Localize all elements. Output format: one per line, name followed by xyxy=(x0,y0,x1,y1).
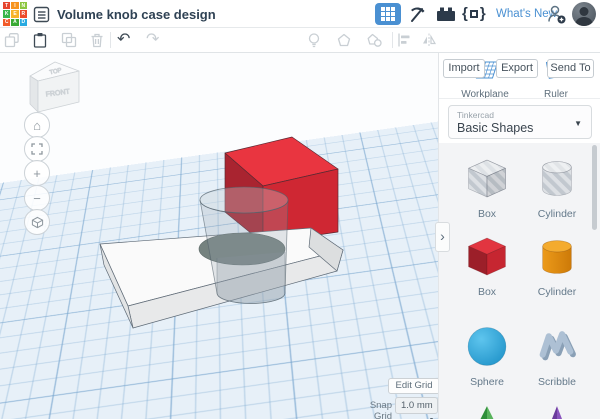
user-avatar[interactable] xyxy=(572,2,596,26)
shape-sphere[interactable]: Sphere xyxy=(457,324,517,388)
redo-icon[interactable]: ↷ xyxy=(146,29,159,51)
dashboard-grid-button[interactable] xyxy=(375,3,401,25)
shape-gallery: Box Cylinder Box Cylinder Sphere Scribbl… xyxy=(439,143,600,419)
grid-icon xyxy=(381,7,395,21)
perspective-icon xyxy=(31,216,43,228)
shape-label: Box xyxy=(477,286,497,298)
show-all-bulb-icon[interactable] xyxy=(306,32,322,48)
perspective-toggle-button[interactable] xyxy=(24,209,50,235)
codeblocks-icon[interactable]: { } xyxy=(462,5,486,22)
import-button[interactable]: Import xyxy=(443,59,485,78)
shape-box[interactable]: Box xyxy=(457,234,517,298)
duplicate-icon[interactable] xyxy=(61,32,77,48)
scribble-icon xyxy=(539,331,576,361)
undo-icon[interactable]: ↶ xyxy=(117,29,130,51)
home-icon: ⌂ xyxy=(33,117,41,133)
zoom-in-button[interactable]: + xyxy=(24,160,50,186)
brace-right: } xyxy=(479,5,486,22)
shape-library-dropdown[interactable]: Tinkercad Basic Shapes ▼ xyxy=(448,105,592,139)
invite-person-add-icon[interactable] xyxy=(545,3,567,30)
send-to-button[interactable]: Send To xyxy=(547,59,594,78)
cone-icon xyxy=(551,406,563,419)
header: T I N K E R C A D Volume knob case desig… xyxy=(0,0,600,28)
paste-icon[interactable] xyxy=(32,32,48,48)
fit-view-button[interactable] xyxy=(24,136,50,162)
shape-pyramid[interactable] xyxy=(457,402,517,419)
shape-cone[interactable] xyxy=(527,402,587,419)
caret-down-icon: ▼ xyxy=(574,119,582,128)
hole-cylinder-icon xyxy=(542,161,572,196)
shape-label: Cylinder xyxy=(537,208,577,220)
hole-box-icon xyxy=(468,159,506,198)
logo-tile: K xyxy=(3,10,11,18)
snap-grid-label: Snap Grid xyxy=(369,400,392,419)
shape-scribble[interactable]: Scribble xyxy=(527,324,587,388)
delete-trash-icon[interactable] xyxy=(89,32,105,48)
cylinder-icon xyxy=(542,240,572,274)
sidebar-divider xyxy=(439,98,600,99)
shape-hole-box[interactable]: Box xyxy=(457,156,517,220)
toolbar-separator xyxy=(110,32,111,48)
fit-view-icon xyxy=(31,143,43,155)
shape-label: Sphere xyxy=(470,376,504,388)
chevron-right-icon: › xyxy=(440,228,445,244)
tinkercad-logo[interactable]: T I N K E R C A D xyxy=(3,2,27,26)
pyramid-icon xyxy=(480,406,494,419)
design-title[interactable]: Volume knob case design xyxy=(57,7,216,22)
view-cube[interactable]: TOP FRONT xyxy=(29,61,80,113)
logo-tile: D xyxy=(19,18,27,26)
logo-tile: I xyxy=(11,2,19,10)
brick-lego-icon[interactable] xyxy=(436,5,456,28)
shape-label: Cylinder xyxy=(537,286,577,298)
ungroup-icon[interactable] xyxy=(366,32,382,48)
logo-tile: R xyxy=(19,10,27,18)
shape-label: Scribble xyxy=(538,376,576,388)
code-square xyxy=(469,9,478,18)
logo-tile: E xyxy=(11,10,19,18)
design-menu-icon[interactable] xyxy=(33,6,50,23)
snap-grid-value: 1.0 mm xyxy=(401,400,433,411)
logo-tile: N xyxy=(19,2,27,10)
box-icon xyxy=(468,237,506,276)
minecraft-pickaxe-icon[interactable] xyxy=(407,4,427,29)
home-view-button[interactable]: ⌂ xyxy=(24,112,50,138)
snap-grid-dropdown[interactable]: 1.0 mm ▾ xyxy=(395,397,438,419)
logo-tile: T xyxy=(3,2,11,10)
shape-cylinder[interactable]: Cylinder xyxy=(527,234,587,298)
edit-toolbar: ↶ ↷ Import Export Send To xyxy=(0,28,600,78)
caret-down-icon: ▾ xyxy=(430,413,433,419)
zoom-in-icon: + xyxy=(33,165,41,181)
shapes-panel: Workplane Ruler Tinkercad Basic Shapes ▼ xyxy=(438,53,600,419)
mirror-flip-icon[interactable] xyxy=(421,32,437,48)
edit-grid-button[interactable]: Edit Grid xyxy=(388,378,438,394)
sidebar-scrollbar[interactable] xyxy=(592,145,597,230)
viewport[interactable]: TOP FRONT ⌂ + − Edit Grid Snap Grid 1.0 … xyxy=(0,53,438,419)
logo-tile: A xyxy=(11,18,19,26)
export-button[interactable]: Export xyxy=(496,59,538,78)
copy-icon[interactable] xyxy=(4,32,20,48)
scene-3d: TOP FRONT xyxy=(29,61,344,329)
brace-left: { xyxy=(462,5,468,22)
shape-label: Box xyxy=(477,208,497,220)
person-icon xyxy=(575,7,593,26)
library-selected-value: Basic Shapes xyxy=(457,121,534,135)
logo-tile: C xyxy=(3,18,11,26)
toolbar-separator xyxy=(392,32,393,48)
tinkercad-app: T I N K E R C A D Volume knob case desig… xyxy=(0,0,600,419)
sphere-icon xyxy=(467,327,507,366)
zoom-out-button[interactable]: − xyxy=(24,185,50,211)
align-icon[interactable] xyxy=(396,32,412,48)
zoom-out-icon: − xyxy=(33,190,41,206)
panel-collapse-handle[interactable]: › xyxy=(435,222,450,252)
shape-hole-cylinder[interactable]: Cylinder xyxy=(527,156,587,220)
library-source-label: Tinkercad xyxy=(457,110,495,120)
group-icon[interactable] xyxy=(336,32,352,48)
